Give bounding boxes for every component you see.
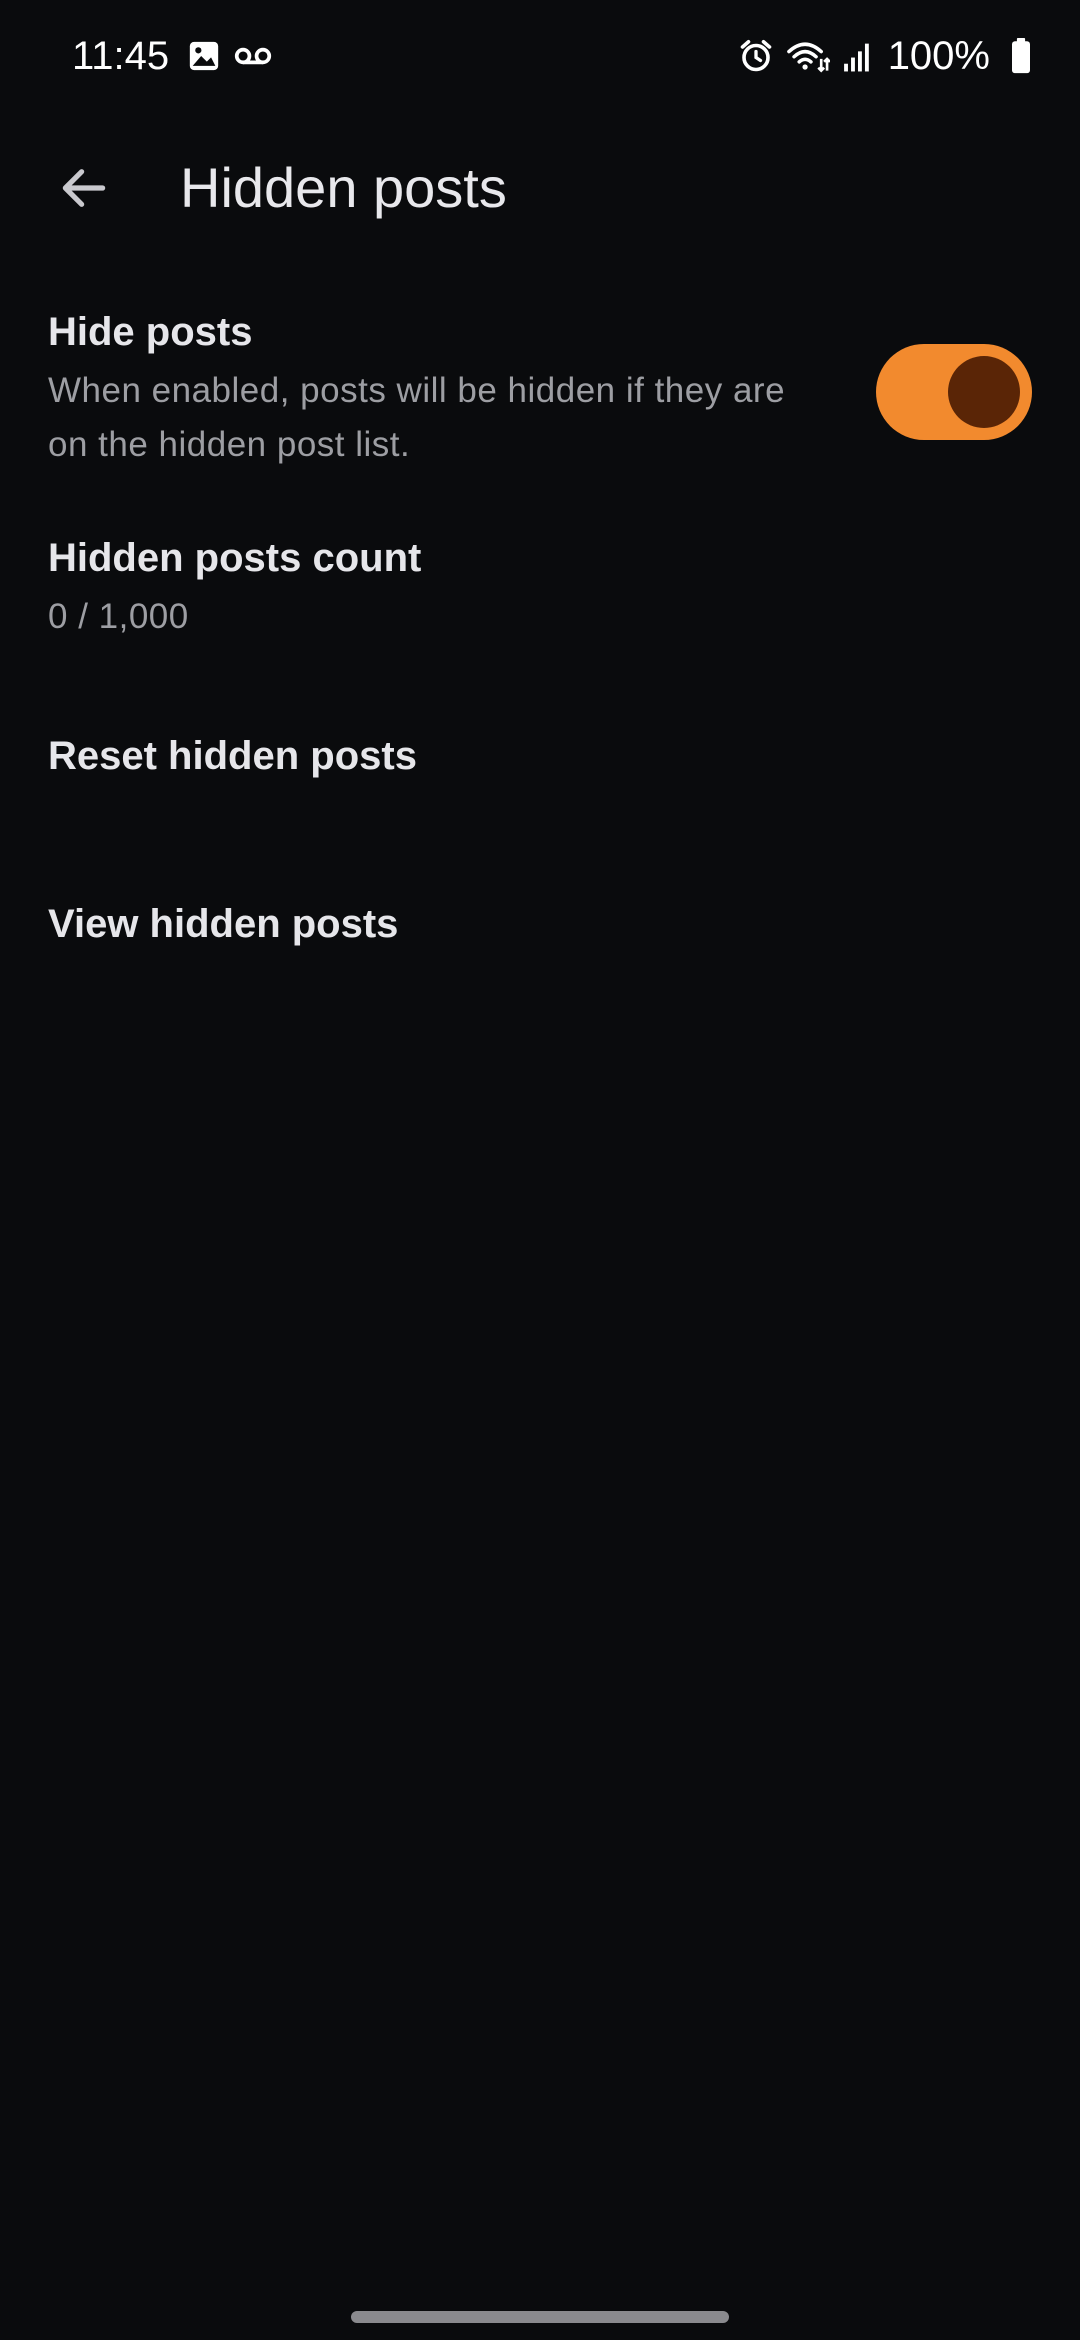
gesture-nav-bar[interactable] [351, 2311, 729, 2323]
arrow-back-icon [62, 169, 106, 207]
status-time: 11:45 [72, 33, 170, 78]
image-icon [189, 41, 219, 71]
setting-view-hidden-posts[interactable]: View hidden posts [0, 898, 1080, 998]
setting-hide-posts-text: Hide posts When enabled, posts will be h… [48, 306, 808, 472]
app-bar: Hidden posts [0, 112, 1080, 262]
setting-hidden-posts-count[interactable]: Hidden posts count 0 / 1,000 [0, 532, 1080, 662]
setting-hidden-posts-count-title: Hidden posts count [48, 536, 422, 580]
battery-percentage: 100% [887, 33, 990, 78]
setting-reset-hidden-posts-title: Reset hidden posts [48, 734, 417, 778]
signal-icon [843, 43, 869, 72]
hide-posts-switch[interactable] [876, 344, 1032, 440]
setting-hide-posts-summary: When enabled, posts will be hidden if th… [48, 371, 786, 464]
back-button[interactable] [44, 148, 124, 228]
switch-thumb [948, 356, 1020, 428]
setting-hide-posts-title: Hide posts [48, 310, 253, 354]
setting-hidden-posts-count-value: 0 / 1,000 [48, 597, 189, 636]
setting-reset-hidden-posts[interactable]: Reset hidden posts [0, 730, 1080, 830]
voicemail-icon [235, 47, 272, 65]
status-bar: 11:45 100% [0, 0, 1080, 112]
status-right: 100% [726, 34, 1032, 79]
wifi-icon [786, 42, 830, 73]
alarm-icon [740, 39, 771, 72]
page-title: Hidden posts [180, 156, 507, 219]
setting-view-hidden-posts-title: View hidden posts [48, 902, 399, 946]
battery-icon [1012, 38, 1030, 74]
status-left: 11:45 [72, 34, 285, 79]
